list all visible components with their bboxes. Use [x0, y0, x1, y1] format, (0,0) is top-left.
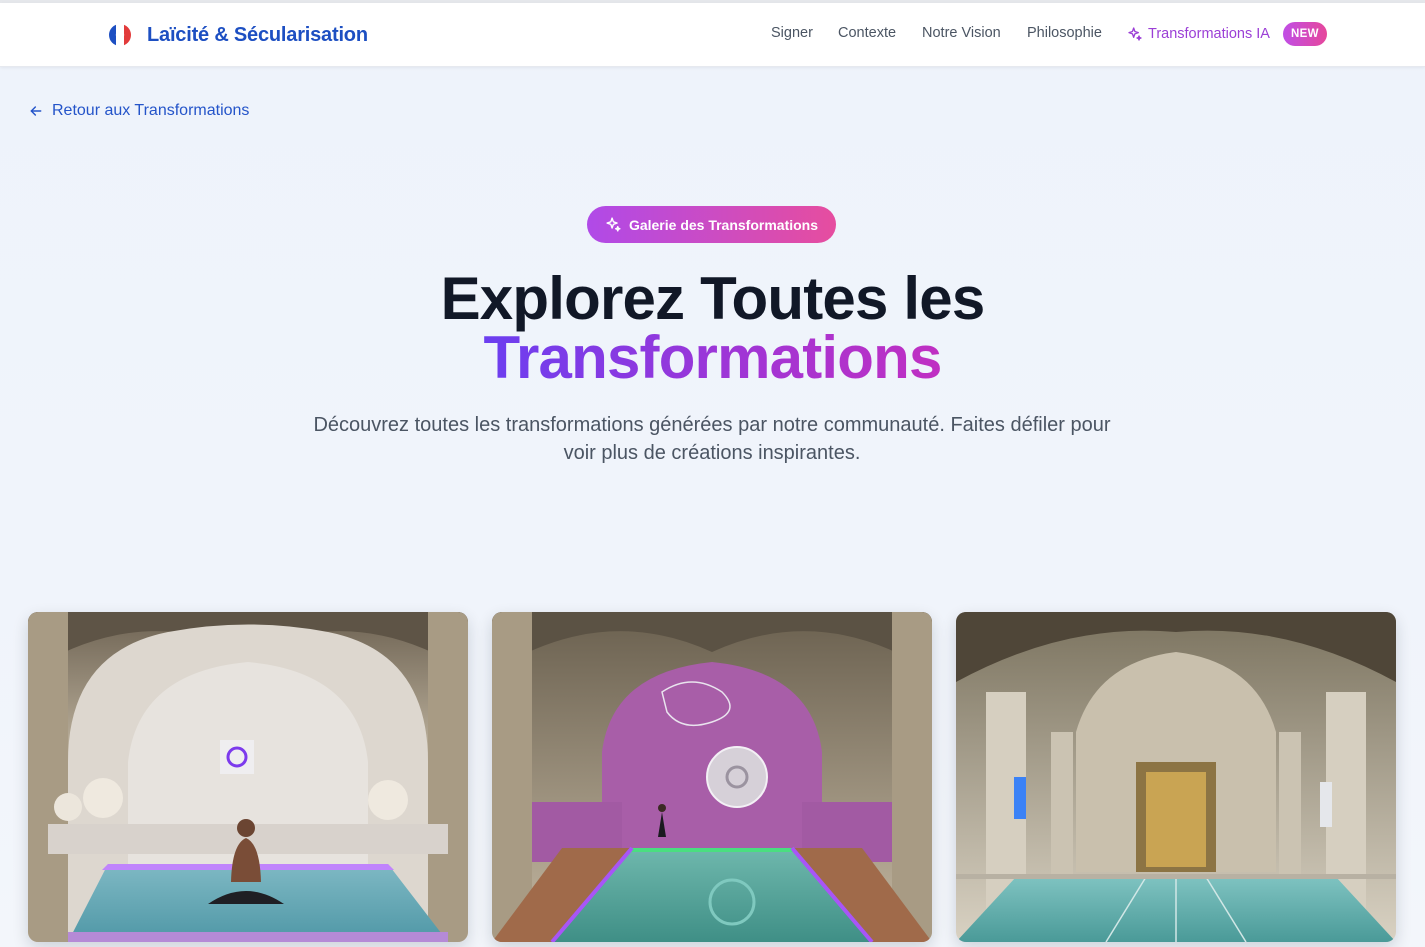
gallery-badge: Galerie des Transformations	[587, 206, 836, 243]
back-link-label: Retour aux Transformations	[52, 102, 250, 119]
brand-title: Laïcité & Sécularisation	[147, 23, 368, 46]
nav-transformations-ia[interactable]: Transformations IA	[1127, 26, 1270, 42]
gallery-card-2[interactable]	[492, 612, 932, 942]
nav-philosophie[interactable]: Philosophie	[1027, 25, 1102, 41]
page-title-line2: Transformations	[0, 327, 1425, 389]
gallery-card-3[interactable]	[956, 612, 1396, 942]
gallery-image-cathedral-pool	[956, 612, 1396, 942]
sparkles-icon	[606, 217, 621, 232]
page-title-line1: Explorez Toutes les	[440, 265, 986, 332]
arrow-left-icon	[30, 106, 42, 116]
gallery-badge-label: Galerie des Transformations	[628, 216, 819, 233]
nav-contexte[interactable]: Contexte	[838, 25, 896, 41]
nav-transformations-label: Transformations IA	[1148, 26, 1270, 42]
site-header: Laïcité & Sécularisation Signer Contexte…	[0, 3, 1425, 67]
gallery-card-1[interactable]	[28, 612, 468, 942]
nav-signer[interactable]: Signer	[771, 25, 813, 41]
page-title-highlight: Transformations	[483, 324, 942, 391]
page-subtitle: Découvrez toutes les transformations gén…	[313, 414, 1111, 464]
back-to-transformations-link[interactable]: Retour aux Transformations	[28, 102, 249, 120]
gallery-image-meditation-pool	[28, 612, 468, 942]
brand-logo[interactable]: Laïcité & Sécularisation	[107, 22, 368, 48]
gallery-image-violet-chamber-pool	[492, 612, 932, 942]
sparkles-icon	[1128, 27, 1142, 41]
new-badge: NEW	[1283, 22, 1327, 46]
french-flag-circle-icon	[109, 24, 131, 46]
nav-notre-vision[interactable]: Notre Vision	[922, 25, 1001, 41]
